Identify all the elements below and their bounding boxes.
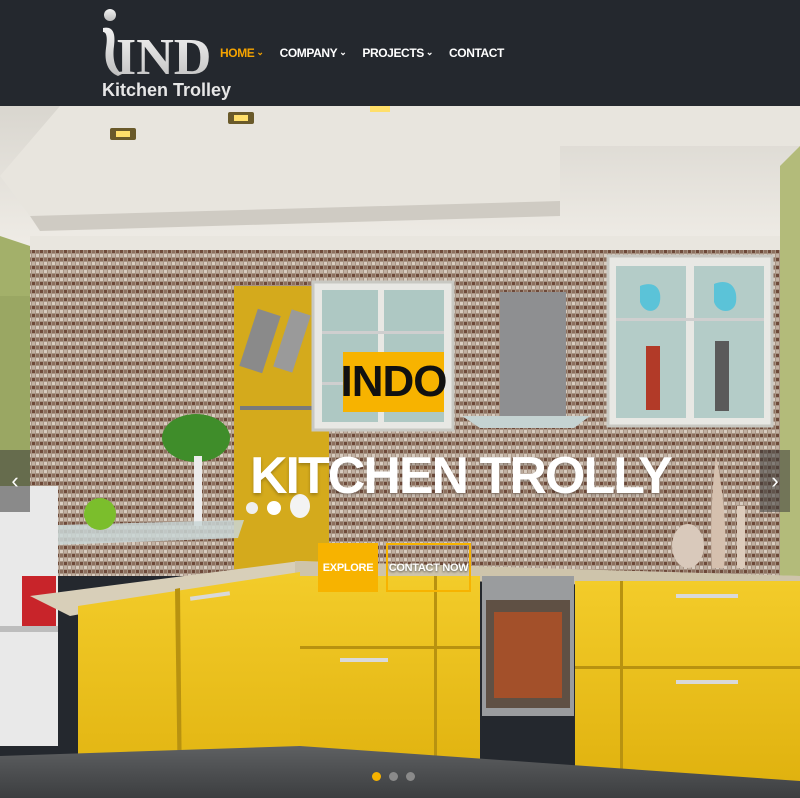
- slider-dot-1[interactable]: [372, 772, 381, 781]
- slider-dot-3[interactable]: [406, 772, 415, 781]
- hero-headline: KITCHEN TROLLY: [250, 447, 673, 505]
- logo-subtitle: Kitchen Trolley: [102, 80, 232, 100]
- explore-button[interactable]: EXPLORE: [318, 543, 378, 592]
- slider-pagination: [372, 772, 415, 781]
- nav-item-home[interactable]: HOME ⌄: [220, 45, 264, 61]
- site-header: INDO Kitchen Trolley HOME ⌄ COMPANY ⌄ PR…: [0, 0, 800, 106]
- nav-item-label: CONTACT: [449, 46, 504, 60]
- chevron-down-icon: ⌄: [339, 46, 347, 57]
- logo-word-mark: INDO: [103, 9, 210, 81]
- nav-item-contact[interactable]: CONTACT: [449, 45, 504, 61]
- nav-item-projects[interactable]: PROJECTS ⌄: [362, 45, 433, 61]
- nav-item-label: COMPANY: [279, 46, 338, 60]
- slider-dot-2[interactable]: [389, 772, 398, 781]
- contact-now-button[interactable]: CONTACT NOW: [386, 543, 471, 592]
- logo-word-text: INDO: [116, 29, 210, 81]
- hero-slider: ‹ › INDO KITCHEN TROLLY EXPLORE CONTACT …: [0, 106, 800, 798]
- slider-next-button[interactable]: ›: [760, 450, 790, 512]
- nav-item-company[interactable]: COMPANY ⌄: [280, 45, 347, 61]
- nav-item-label: PROJECTS: [362, 46, 424, 60]
- hero-brand-text: INDO: [340, 357, 448, 406]
- hero-brand-badge: INDO: [340, 352, 448, 412]
- chevron-left-icon: ‹: [11, 468, 19, 493]
- chevron-down-icon: ⌄: [425, 46, 434, 57]
- main-nav: HOME ⌄ COMPANY ⌄ PROJECTS ⌄ CONTACT: [220, 45, 504, 61]
- chevron-right-icon: ›: [771, 468, 779, 493]
- slider-prev-button[interactable]: ‹: [0, 450, 30, 512]
- chevron-down-icon: ⌄: [256, 46, 264, 57]
- nav-item-label: HOME: [220, 46, 255, 60]
- site-logo[interactable]: INDO Kitchen Trolley: [100, 6, 231, 102]
